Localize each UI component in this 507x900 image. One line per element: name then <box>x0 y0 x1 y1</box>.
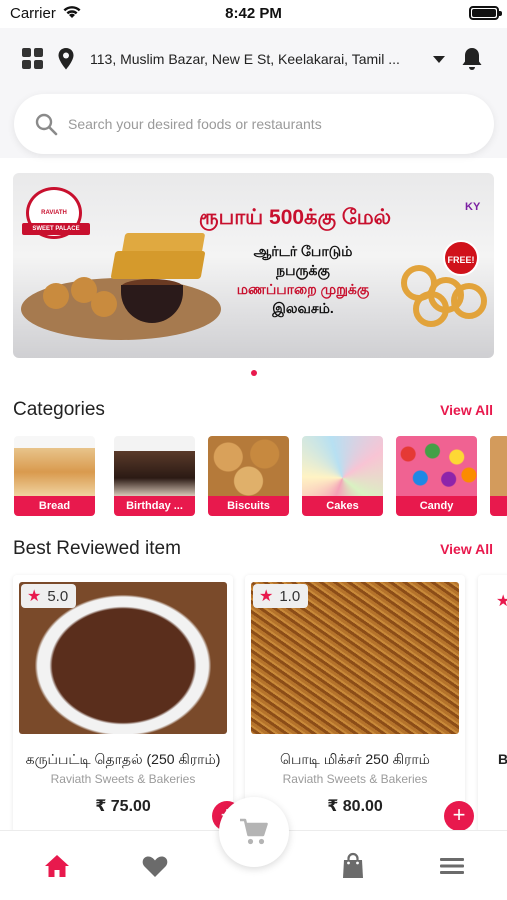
star-icon: ★ <box>27 588 42 605</box>
product-shop: Raviath Sweets & Bakeries <box>50 772 196 786</box>
cakes-image <box>302 436 383 496</box>
search-input[interactable] <box>68 110 468 138</box>
menu-icon[interactable] <box>437 851 467 881</box>
category-partial[interactable] <box>490 436 507 516</box>
star-icon: ★ <box>259 588 274 605</box>
category-image <box>490 436 507 496</box>
category-cakes[interactable]: Cakes <box>302 436 383 516</box>
rating-badge: ★ 1.0 <box>253 584 309 608</box>
biscuits-image <box>208 436 289 496</box>
header: 113, Muslim Bazar, New E St, Keelakarai,… <box>0 28 507 158</box>
categories-title: Categories <box>13 399 105 420</box>
brand-name: RAVIATH <box>41 210 67 216</box>
banner-line: இலவசம். <box>272 300 334 316</box>
category-label-partial <box>490 496 507 516</box>
category-birthday[interactable]: Birthday ... <box>114 436 195 516</box>
promo-banner[interactable]: RAVIATH SWEET PALACE ரூபாய் 500க்கு மேல்… <box>13 173 494 358</box>
product-card-partial[interactable]: ★ B <box>478 575 507 833</box>
carousel-indicator[interactable] <box>251 370 257 376</box>
banner-headline: ரூபாய் 500க்கு மேல் <box>198 206 392 229</box>
laddoo-image <box>91 291 117 317</box>
cart-button[interactable] <box>219 797 289 867</box>
category-candy[interactable]: Candy <box>396 436 477 516</box>
cart-icon <box>240 818 268 845</box>
product-shop: Raviath Sweets & Bakeries <box>282 772 428 786</box>
best-reviewed-title: Best Reviewed item <box>13 538 181 559</box>
home-icon[interactable] <box>42 851 72 881</box>
product-name: பொடி மிக்சர் 250 கிராம் <box>280 751 430 767</box>
notification-bell-icon[interactable] <box>460 46 484 72</box>
product-price: ₹ 75.00 <box>95 798 151 815</box>
star-icon: ★ <box>496 593 507 610</box>
murukku-image <box>413 291 449 327</box>
category-label: Candy <box>396 496 477 516</box>
banner-line: ஆர்டர் போடும் <box>253 243 353 259</box>
grid-menu-icon[interactable] <box>22 48 44 70</box>
category-label: Biscuits <box>208 496 289 516</box>
chevron-down-icon[interactable] <box>433 56 445 63</box>
add-to-cart-button[interactable]: + <box>444 801 474 831</box>
product-card[interactable]: ★ 1.0 பொடி மிக்சர் 250 கிராம் Raviath Sw… <box>245 575 474 833</box>
search-icon <box>35 113 58 136</box>
category-biscuits[interactable]: Biscuits <box>208 436 289 516</box>
heart-icon[interactable] <box>140 851 170 881</box>
categories-view-all-link[interactable]: View All <box>440 402 493 418</box>
category-label: Cakes <box>302 496 383 516</box>
birthday-cake-image <box>114 436 195 496</box>
bag-icon[interactable] <box>338 851 368 881</box>
delivery-address[interactable]: 113, Muslim Bazar, New E St, Keelakarai,… <box>90 51 420 67</box>
rating-badge: ★ 5.0 <box>21 584 77 608</box>
category-label: Birthday ... <box>114 496 195 516</box>
battery-icon <box>469 6 502 20</box>
banner-line: மணப்பாறை முறுக்கு <box>236 281 370 297</box>
laddoo-image <box>43 283 69 309</box>
rating-value: 5.0 <box>47 587 69 605</box>
banner-line: நபருக்கு <box>276 262 330 278</box>
product-card[interactable]: ★ 5.0 கருப்பட்டி தொதல் (250 கிராம்) Ravi… <box>13 575 242 833</box>
candy-image <box>396 436 477 496</box>
category-bread[interactable]: Bread <box>14 436 95 516</box>
search-bar[interactable] <box>14 94 494 154</box>
best-reviewed-view-all-link[interactable]: View All <box>440 541 493 557</box>
category-label: Bread <box>14 496 95 516</box>
product-name: கருப்பட்டி தொதல் (250 கிராம்) <box>25 751 221 767</box>
free-badge: FREE! <box>443 240 479 276</box>
bread-image <box>14 436 95 496</box>
corner-logo: KY <box>465 201 481 213</box>
status-bar: Carrier 8:42 PM <box>0 0 507 28</box>
location-pin-icon <box>58 48 74 70</box>
rating-value: 1.0 <box>279 587 301 605</box>
murukku-image <box>451 283 487 319</box>
sweet-burfi-image <box>110 251 206 279</box>
brand-tagline: SWEET PALACE <box>22 223 90 235</box>
product-name-partial: B <box>498 751 507 767</box>
clock: 8:42 PM <box>225 5 282 22</box>
